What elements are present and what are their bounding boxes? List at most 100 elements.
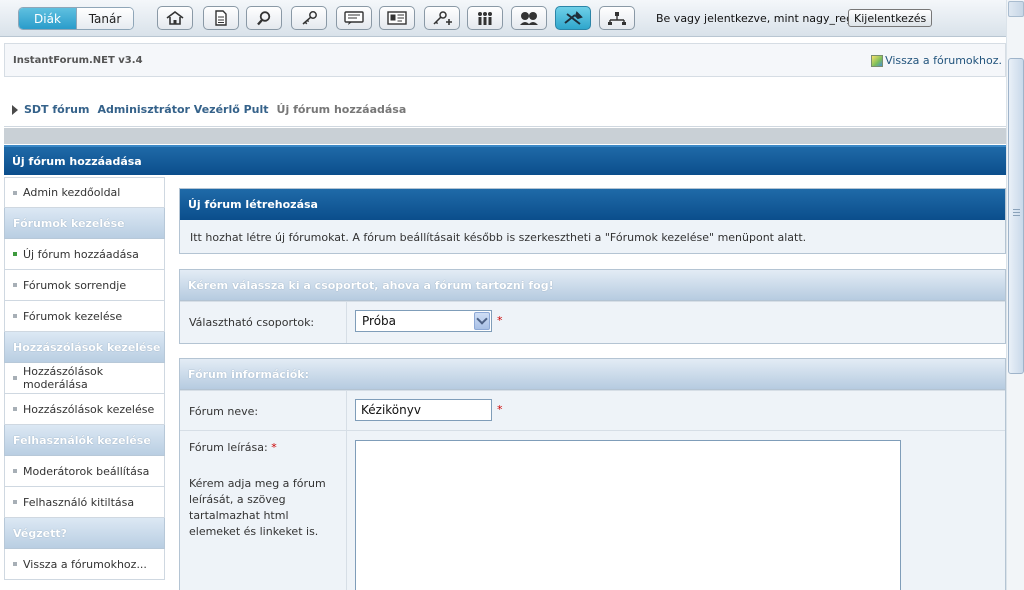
breadcrumb-arrow-icon	[12, 104, 18, 115]
sidebar-item-label: Új fórum hozzáadása	[23, 247, 139, 261]
group-select-section: Kérem válassza ki a csoportot, ahova a f…	[179, 269, 1006, 344]
sidebar-item-label: Moderátorok beállítása	[23, 464, 150, 478]
bullet-icon	[13, 314, 17, 318]
bullet-icon	[13, 500, 17, 504]
back-to-forums-label[interactable]: Vissza a fórumokhoz.	[885, 54, 1002, 67]
page-title: Új fórum hozzáadása	[12, 154, 142, 168]
group-select-value: Próba	[362, 314, 397, 328]
vertical-scrollbar[interactable]	[1006, 0, 1024, 590]
logout-button[interactable]: Kijelentkezés	[848, 9, 933, 27]
breadcrumb-current: Új fórum hozzáadása	[276, 103, 407, 116]
role-student-button[interactable]: Diák	[19, 8, 76, 29]
forum-description-cell	[347, 431, 1005, 590]
key-add-icon	[433, 11, 452, 25]
admin-tools-button[interactable]	[555, 6, 591, 30]
top-toolbar: Diák Tanár Be vagy jelentkezve, mint nag…	[0, 0, 1006, 37]
group-label: Választható csoportok:	[180, 302, 347, 343]
bullet-icon	[13, 376, 17, 380]
back-to-forums-link[interactable]: Vissza a fórumokhoz.	[871, 54, 1002, 67]
chat-button[interactable]	[336, 6, 372, 30]
required-marker: *	[271, 441, 277, 454]
sidebar-item-forum-order[interactable]: Fórumok sorrendje	[4, 270, 165, 301]
key-icon	[302, 11, 317, 25]
group-button[interactable]	[467, 6, 503, 30]
sidebar-item-moderators[interactable]: Moderátorok beállítása	[4, 456, 165, 487]
sidebar-item-back-forums[interactable]: Vissza a fórumokhoz...	[4, 549, 165, 580]
forum-name-input[interactable]: Kézikönyv	[355, 399, 492, 421]
card-button[interactable]	[379, 6, 415, 30]
sidebar-heading-posts: Hozzászólások kezelése	[4, 332, 165, 363]
search-button[interactable]	[246, 6, 282, 30]
breadcrumb-admin-link[interactable]: Adminisztrátor Vezérlő Pult	[97, 103, 268, 116]
group-icon	[478, 12, 492, 25]
required-marker: *	[497, 403, 503, 416]
sidebar-item-user-ban[interactable]: Felhasználó kitiltása	[4, 487, 165, 518]
home-button[interactable]	[157, 6, 193, 30]
forum-name-label: Fórum neve:	[180, 391, 347, 430]
group-select[interactable]: Próba	[355, 310, 492, 332]
group-value-cell: Próba *	[347, 302, 1005, 343]
document-icon	[215, 10, 227, 26]
create-forum-description: Itt hozhat létre új fórumokat. A fórum b…	[190, 231, 807, 244]
network-button[interactable]	[599, 6, 635, 30]
sidebar-item-label: Fórumok kezelése	[23, 309, 123, 323]
chat-icon	[344, 11, 364, 25]
scroll-up-arrow[interactable]	[1008, 1, 1024, 17]
forum-version: InstantForum.NET v3.4	[13, 55, 143, 66]
admin-tools-icon	[564, 11, 583, 25]
bullet-icon	[13, 252, 17, 256]
forum-description-label: Fórum leírása:	[189, 441, 268, 454]
page-title-bar: Új fórum hozzáadása	[4, 145, 1006, 175]
thumb-grip	[1013, 209, 1020, 218]
key-button[interactable]	[291, 6, 327, 30]
search-icon	[257, 11, 271, 26]
group-row: Választható csoportok: Próba *	[180, 301, 1005, 343]
sidebar-heading-users: Felhasználók kezelése	[4, 425, 165, 456]
group-section-title: Kérem válassza ki a csoportot, ahova a f…	[180, 270, 1005, 301]
forum-description-label-cell: Fórum leírása: * Kérem adja meg a fórum …	[180, 431, 347, 590]
card-icon	[387, 11, 407, 25]
bullet-icon	[13, 190, 17, 195]
chevron-down-icon[interactable]	[474, 312, 490, 330]
sidebar-item-label: Fórumok sorrendje	[23, 278, 127, 292]
required-marker: *	[497, 314, 503, 327]
forum-name-row: Fórum neve: Kézikönyv *	[180, 390, 1005, 430]
separator-band	[4, 128, 1006, 144]
scroll-thumb[interactable]	[1008, 58, 1024, 374]
breadcrumb-forum-link[interactable]: SDT fórum	[24, 103, 89, 116]
sidebar-item-forum-manage[interactable]: Fórumok kezelése	[4, 301, 165, 332]
sidebar-heading-forums: Fórumok kezelése	[4, 208, 165, 239]
document-button[interactable]	[203, 6, 239, 30]
home-icon	[166, 11, 184, 25]
forum-description-textarea[interactable]	[355, 440, 901, 590]
role-toggle: Diák Tanár	[18, 7, 134, 30]
create-forum-title: Új fórum létrehozása	[180, 189, 1005, 220]
sidebar-item-label: Felhasználó kitiltása	[23, 495, 135, 509]
sidebar-item-posts-moderate[interactable]: Hozzászólások moderálása	[4, 363, 165, 394]
users-icon	[520, 12, 538, 25]
sidebar-item-label: Vissza a fórumokhoz...	[23, 557, 147, 571]
breadcrumb: SDT fórum Adminisztrátor Vezérlő Pult Új…	[4, 93, 1006, 127]
sidebar-item-new-forum[interactable]: Új fórum hozzáadása	[4, 239, 165, 270]
info-section-title: Fórum információk:	[180, 359, 1005, 390]
forum-header: InstantForum.NET v3.4 Vissza a fórumokho…	[4, 43, 1006, 77]
forum-description-help: Kérem adja meg a fórum leírását, a szöve…	[189, 477, 326, 538]
forum-description-row: Fórum leírása: * Kérem adja meg a fórum …	[180, 430, 1005, 590]
admin-sidebar: Admin kezdőoldal Fórumok kezelése Új fór…	[4, 177, 165, 580]
sidebar-heading-done: Végzett?	[4, 518, 165, 549]
login-status-text: Be vagy jelentkezve, mint nagy_regina	[656, 12, 870, 25]
sidebar-item-admin-home[interactable]: Admin kezdőoldal	[4, 177, 165, 208]
role-teacher-button[interactable]: Tanár	[75, 8, 133, 29]
sidebar-item-label: Admin kezdőoldal	[23, 186, 121, 199]
users-button[interactable]	[511, 6, 547, 30]
bullet-icon	[13, 407, 17, 411]
sidebar-item-posts-manage[interactable]: Hozzászólások kezelése	[4, 394, 165, 425]
bullet-icon	[13, 562, 17, 566]
network-icon	[608, 12, 626, 25]
sidebar-item-label: Hozzászólások moderálása	[23, 365, 104, 391]
create-forum-box: Új fórum létrehozása Itt hozhat létre új…	[179, 188, 1006, 254]
bullet-icon	[13, 469, 17, 473]
key-add-button[interactable]	[424, 6, 460, 30]
forum-info-section: Fórum információk: Fórum neve: Kézikönyv…	[179, 358, 1006, 590]
bullet-icon	[13, 283, 17, 287]
